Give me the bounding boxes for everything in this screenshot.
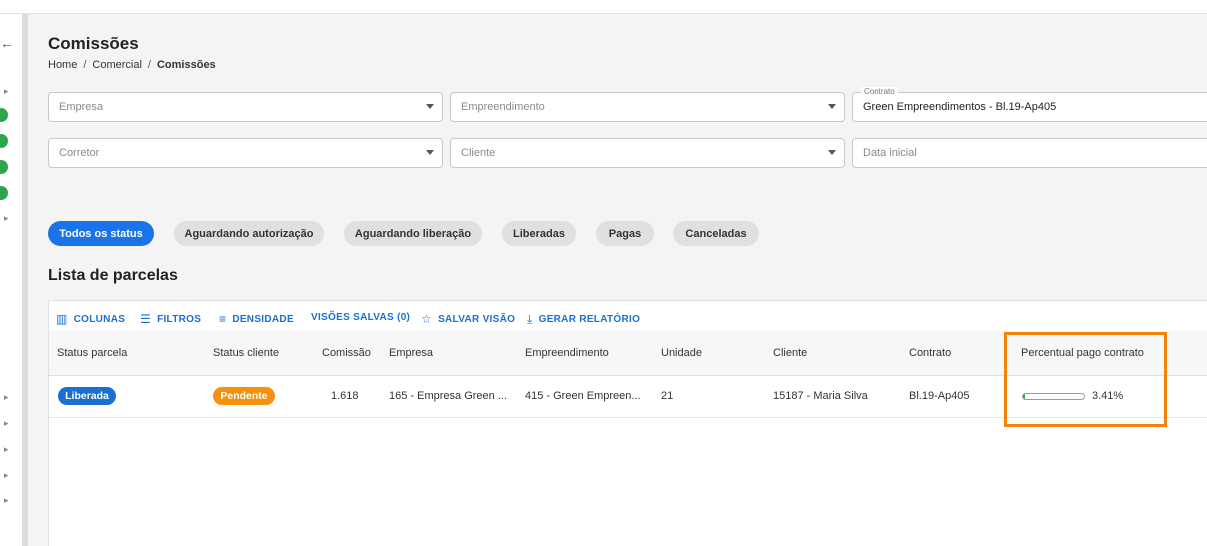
caret-down-icon[interactable]: [426, 104, 434, 109]
chip-aguardando-autorizacao[interactable]: Aguardando autorização: [174, 221, 324, 246]
breadcrumb: Home / Comercial / Comissões: [48, 59, 216, 71]
salvar-visao-button[interactable]: ☆ SALVAR VISÃO: [421, 312, 515, 326]
cell-comissao: 1.618: [331, 390, 359, 402]
cell-cliente: 15187 - Maria Silva: [773, 390, 868, 402]
sidebar: ← ▸ ▸ ▸ ▸ ▸ ▸ ▸: [0, 14, 22, 546]
chip-canceladas[interactable]: Canceladas: [673, 221, 759, 246]
salvar-visao-label: SALVAR VISÃO: [438, 313, 516, 325]
density-icon: ≡: [219, 312, 227, 326]
chevron-right-icon[interactable]: ▸: [4, 214, 9, 223]
column-header-cliente[interactable]: Cliente: [773, 347, 807, 359]
contrato-label: Contrato: [861, 87, 898, 97]
filtros-label: FILTROS: [157, 313, 202, 325]
corretor-placeholder: Corretor: [59, 147, 100, 159]
gerar-relatorio-button[interactable]: ⤓ GERAR RELATÓRIO: [527, 312, 640, 327]
chip-aguardando-liberacao[interactable]: Aguardando liberação: [344, 221, 482, 246]
contrato-value: Green Empreendimentos - Bl.19-Ap405: [863, 101, 1057, 113]
chevron-right-icon[interactable]: ▸: [4, 445, 9, 454]
caret-down-icon[interactable]: [828, 104, 836, 109]
column-header-status-cliente[interactable]: Status cliente: [213, 347, 279, 359]
cell-empreendimento: 415 - Green Empreen...: [525, 390, 641, 402]
column-header-empresa[interactable]: Empresa: [389, 347, 433, 359]
visoes-salvas-label: VISÕES SALVAS (0): [311, 312, 411, 323]
status-badge-liberada: Liberada: [58, 387, 116, 405]
chevron-right-icon[interactable]: ▸: [4, 87, 9, 96]
status-dot-icon: [0, 160, 8, 174]
column-header-empreendimento[interactable]: Empreendimento: [525, 347, 609, 359]
status-dot-icon: [0, 186, 8, 200]
chip-pagas[interactable]: Pagas: [596, 221, 654, 246]
caret-down-icon[interactable]: [426, 150, 434, 155]
chip-liberadas[interactable]: Liberadas: [502, 221, 576, 246]
highlight-box: [1004, 332, 1167, 427]
colunas-label: COLUNAS: [73, 313, 126, 325]
star-icon: ☆: [421, 312, 433, 326]
grid-toolbar: ▥ COLUNAS ☰ FILTROS ≡ DENSIDADE VISÕES S…: [49, 301, 1207, 333]
data-inicial-placeholder: Data inicial: [863, 147, 917, 159]
back-arrow-icon[interactable]: ←: [0, 36, 14, 50]
cliente-placeholder: Cliente: [461, 147, 496, 159]
data-inicial-field[interactable]: Data inicial: [852, 138, 1207, 168]
empresa-placeholder: Empresa: [59, 101, 104, 113]
columns-icon: ▥: [56, 312, 68, 326]
filter-icon: ☰: [140, 312, 152, 326]
breadcrumb-comercial[interactable]: Comercial: [92, 59, 142, 71]
chevron-right-icon[interactable]: ▸: [4, 393, 9, 402]
sidebar-scrollbar[interactable]: [22, 14, 28, 546]
status-dot-icon: [0, 134, 8, 148]
chevron-right-icon[interactable]: ▸: [4, 496, 9, 505]
download-icon: ⤓: [527, 312, 533, 326]
contrato-field[interactable]: Contrato Green Empreendimentos - Bl.19-A…: [852, 87, 1207, 122]
corretor-select[interactable]: Corretor: [48, 138, 443, 168]
filtros-button[interactable]: ☰ FILTROS: [140, 312, 201, 326]
column-header-contrato[interactable]: Contrato: [909, 347, 951, 359]
column-header-comissao[interactable]: Comissão: [322, 347, 371, 359]
breadcrumb-current: Comissões: [156, 59, 216, 71]
densidade-button[interactable]: ≡ DENSIDADE: [219, 312, 294, 326]
empreendimento-select[interactable]: Empreendimento: [450, 92, 845, 122]
breadcrumb-home[interactable]: Home: [48, 59, 77, 71]
chevron-right-icon[interactable]: ▸: [4, 419, 9, 428]
column-header-status-parcela[interactable]: Status parcela: [57, 347, 127, 359]
top-bar: [0, 0, 1207, 14]
chevron-right-icon[interactable]: ▸: [4, 471, 9, 480]
status-badge-pendente: Pendente: [213, 387, 275, 405]
column-header-unidade[interactable]: Unidade: [661, 347, 702, 359]
empresa-select[interactable]: Empresa: [48, 92, 443, 122]
page-title: Comissões: [48, 34, 139, 53]
gerar-relatorio-label: GERAR RELATÓRIO: [538, 314, 641, 325]
caret-down-icon[interactable]: [828, 150, 836, 155]
cliente-select[interactable]: Cliente: [450, 138, 845, 168]
list-title: Lista de parcelas: [48, 267, 178, 284]
cell-unidade: 21: [661, 390, 674, 402]
empreendimento-placeholder: Empreendimento: [461, 101, 545, 113]
densidade-label: DENSIDADE: [232, 313, 294, 325]
visoes-salvas-button[interactable]: VISÕES SALVAS (0): [311, 312, 410, 323]
status-dot-icon: [0, 108, 8, 122]
colunas-button[interactable]: ▥ COLUNAS: [56, 312, 125, 326]
cell-contrato: Bl.19-Ap405: [909, 390, 970, 402]
chip-todos-os-status[interactable]: Todos os status: [48, 221, 154, 246]
cell-empresa: 165 - Empresa Green ...: [389, 390, 507, 402]
